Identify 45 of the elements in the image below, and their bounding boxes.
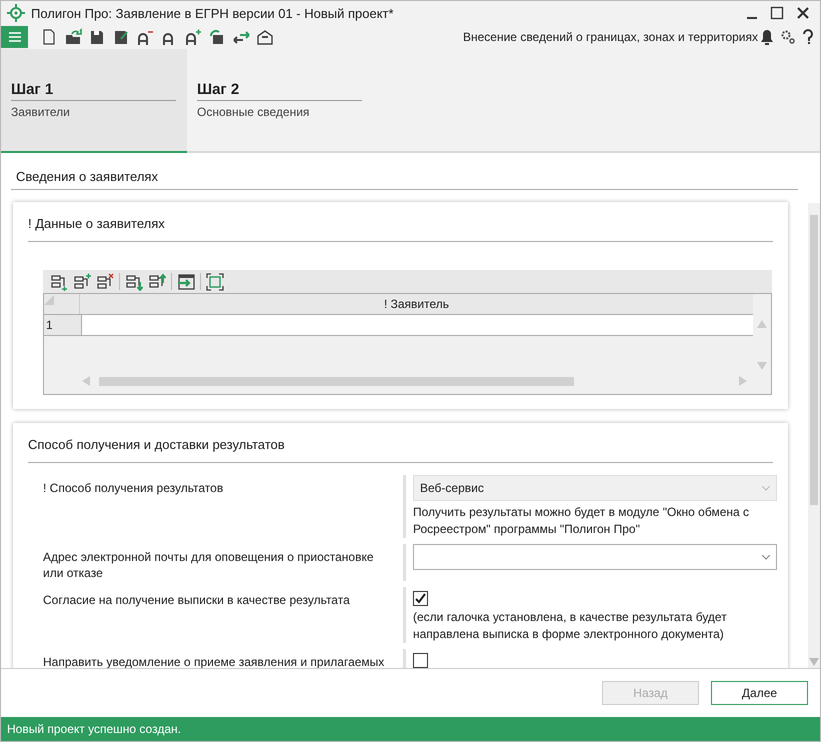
corner-triangle-icon (44, 295, 54, 305)
status-bar: Новый проект успешно создан. (1, 717, 820, 741)
field-label: Адрес электронной почты для оповещения о приостановке или отказе (43, 549, 375, 581)
delete-row-icon[interactable] (96, 272, 114, 290)
module-name: Внесение сведений о границах, зонах и территориях (463, 30, 758, 44)
panel-title: ! Данные о заявителях (28, 216, 773, 242)
dropdown-field[interactable] (413, 544, 777, 570)
checkbox[interactable] (413, 591, 428, 606)
row-number: 1 (44, 315, 82, 335)
target-icon (7, 4, 25, 22)
window-title: Полигон Про: Заявление в ЕГРН версии 01 - Новый проект* (31, 6, 395, 20)
save-icon[interactable] (88, 28, 106, 46)
field-label: ! Способ получения результатов (43, 480, 224, 497)
scrollbar-thumb[interactable] (99, 376, 574, 386)
help-icon[interactable] (802, 29, 814, 45)
close-icon[interactable] (796, 6, 810, 20)
panel-title: Способ получения и доставки результатов (28, 437, 773, 463)
fit-frame-icon[interactable] (206, 272, 224, 290)
bell-icon[interactable] (760, 29, 774, 45)
step-tab[interactable]: Шаг 2 Основные сведения (187, 49, 373, 151)
move-down-icon[interactable] (125, 272, 143, 290)
menu-icon[interactable] (8, 32, 20, 42)
menu-button[interactable] (1, 26, 28, 48)
caret-icon (762, 486, 770, 490)
vertical-scrollbar[interactable] (808, 203, 820, 668)
envelope-icon[interactable] (256, 28, 274, 46)
nav-button[interactable]: Далее (711, 681, 808, 705)
settings-icon[interactable] (780, 29, 796, 45)
open-folder-icon[interactable] (64, 28, 82, 46)
hint-text: (если галочка установлена, в качестве результата будет направлена выписка в форме электронного документа) (413, 609, 728, 643)
maximize-icon[interactable] (770, 6, 784, 20)
sync-icon[interactable] (208, 28, 226, 46)
add-row-icon[interactable] (50, 272, 68, 290)
move-up-icon[interactable] (148, 272, 166, 290)
step-tab[interactable]: Шаг 1 Заявители (1, 49, 187, 153)
section-title: Сведения о заявителях (11, 169, 798, 190)
checkbox[interactable] (413, 653, 428, 668)
save-as-icon[interactable] (112, 28, 130, 46)
increase-font-icon[interactable] (184, 28, 202, 46)
hint-text: Получить результаты можно будет в модуле "Окно обмена с Росреестром" программы "Полигон Про" (413, 504, 750, 538)
caret-icon (762, 554, 770, 560)
checkmark-icon (415, 593, 426, 604)
add-child-icon[interactable] (73, 272, 91, 290)
scrollbar-thumb[interactable] (810, 215, 818, 505)
field-label: Согласие на получение выписки в качестве результата (43, 592, 351, 609)
